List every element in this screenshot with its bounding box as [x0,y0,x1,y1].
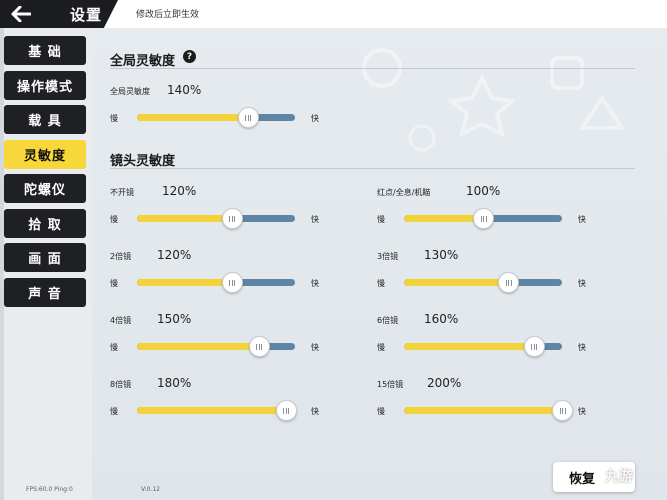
global-sensitivity-label: 全局灵敏度 [110,87,150,96]
global-sensitivity-value: 140% [167,83,202,97]
scope-label-15x: 15倍镜 [377,380,404,389]
fast-label: 快 [311,114,319,123]
scope-value-8x: 180% [157,376,192,390]
slider-fill [137,279,232,286]
help-icon[interactable]: ? [183,50,196,63]
scope-3x-slider[interactable] [404,272,562,293]
scope-value-no-scope: 120% [162,184,197,198]
nav-item-vehicle[interactable]: 载 具 [4,105,86,134]
scope-label-4x: 4倍镜 [110,316,132,325]
slider-fill [137,407,286,414]
slow-label: 慢 [110,407,118,416]
global-sensitivity-title: 全局灵敏度 [110,54,176,69]
scope-6x-slider[interactable] [404,336,562,357]
fast-label: 快 [578,279,586,288]
slow-label: 慢 [377,215,385,224]
slow-label: 慢 [377,343,385,352]
nav-item-pickup[interactable]: 拾 取 [4,209,86,238]
no-scope-slider[interactable] [137,208,295,229]
scope-label-3x: 3倍镜 [377,252,399,261]
page-title: 设置 [70,6,103,24]
scope-8x-slider[interactable] [137,400,297,421]
version-text: V:0.12 [141,486,160,493]
slider-fill [404,407,562,414]
scope-value-red-dot: 100% [466,184,501,198]
red-dot-slider[interactable] [404,208,562,229]
slider-fill [404,215,483,222]
scope-4x-slider[interactable] [137,336,295,357]
scope-value-4x: 150% [157,312,192,326]
fast-label: 快 [578,343,586,352]
scope-label-no-scope: 不开镜 [110,188,134,197]
fast-label: 快 [311,215,319,224]
slow-label: 慢 [377,279,385,288]
nav-item-sound[interactable]: 声 音 [4,278,86,307]
section-divider [110,168,635,169]
slider-fill [137,343,259,350]
slow-label: 慢 [110,343,118,352]
nav-item-graphics[interactable]: 画 面 [4,243,86,272]
notice-text: 修改后立即生效 [136,10,200,20]
scope-2x-slider[interactable] [137,272,295,293]
nav-item-sensitivity[interactable]: 灵敏度 [4,140,86,169]
scope-label-6x: 6倍镜 [377,316,399,325]
slider-handle[interactable] [275,400,297,421]
fast-label: 快 [578,215,586,224]
slider-fill [404,279,509,286]
slider-fill [137,114,248,121]
nav-item-controls[interactable]: 操作模式 [4,71,86,100]
global-sensitivity-slider[interactable] [137,107,295,128]
slider-handle[interactable] [221,208,243,229]
fast-label: 快 [578,407,586,416]
slow-label: 慢 [377,407,385,416]
slow-label: 慢 [110,114,118,123]
arrow-left-icon [11,6,31,22]
back-button[interactable] [8,3,34,25]
slow-label: 慢 [110,215,118,224]
fast-label: 快 [311,279,319,288]
fps-readout: FPS:60.0 Ping:0 [26,486,73,493]
slider-handle[interactable] [473,208,494,229]
slider-handle[interactable] [221,272,243,293]
scope-value-2x: 120% [157,248,192,262]
fast-label: 快 [311,407,319,416]
fast-label: 快 [311,343,319,352]
scope-value-6x: 160% [424,312,459,326]
section-divider [110,68,635,69]
slow-label: 慢 [110,279,118,288]
slider-handle[interactable] [237,107,259,128]
nav-item-gyroscope[interactable]: 陀螺仪 [4,174,86,203]
watermark: 九游 [605,469,633,485]
scope-label-red-dot: 红点/全息/机瞄 [377,188,431,197]
settings-panel [92,28,667,500]
slider-fill [137,215,232,222]
scope-sensitivity-title: 镜头灵敏度 [110,154,176,169]
scope-label-2x: 2倍镜 [110,252,132,261]
scope-15x-slider[interactable] [404,400,573,421]
slider-handle[interactable] [523,336,545,357]
scope-value-3x: 130% [424,248,459,262]
scope-label-8x: 8倍镜 [110,380,132,389]
slider-handle[interactable] [248,336,270,357]
background-doodles [362,48,626,152]
slider-fill [404,343,534,350]
nav-item-basic[interactable]: 基 础 [4,36,86,65]
slider-handle[interactable] [552,400,573,421]
scope-value-15x: 200% [427,376,462,390]
